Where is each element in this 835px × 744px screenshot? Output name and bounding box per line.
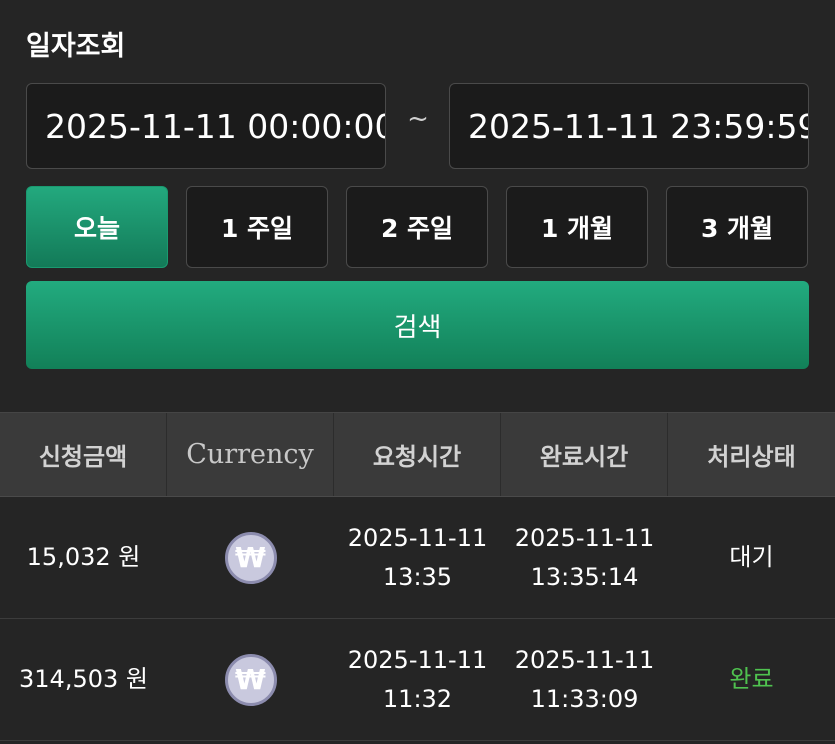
table-row: 314,503 원 ₩ 2025-11-11 11:32 2025-11-11 … (0, 619, 835, 741)
request-date: 2025-11-11 (347, 645, 488, 674)
header-status: 처리상태 (707, 443, 796, 471)
header-currency: Currency (167, 413, 334, 496)
request-time-cell: 2025-11-11 13:35 (334, 497, 501, 618)
currency-cell: ₩ (167, 497, 334, 618)
request-time: 13:35 (382, 562, 453, 591)
complete-date: 2025-11-11 (514, 523, 655, 552)
table-row: 15,032 원 ₩ 2025-11-11 13:35 2025-11-11 1… (0, 497, 835, 619)
request-date: 2025-11-11 (347, 523, 488, 552)
transactions-table: 신청금액 Currency 요청시간 완료시간 처리상태 15,032 원 ₩ … (0, 412, 835, 741)
request-time: 11:32 (382, 684, 453, 713)
period-3month-button[interactable]: 3 개월 (666, 186, 808, 268)
complete-date: 2025-11-11 (514, 645, 655, 674)
period-1week-button[interactable]: 1 주일 (186, 186, 328, 268)
complete-time-cell: 2025-11-11 11:33:09 (501, 619, 668, 740)
header-amount: 신청금액 (0, 413, 167, 496)
amount-cell: 314,503 원 (19, 665, 148, 693)
date-range-separator: ~ (407, 104, 429, 134)
amount-cell: 15,032 원 (26, 543, 141, 571)
search-button[interactable]: 검색 (26, 281, 809, 369)
won-icon: ₩ (224, 531, 277, 584)
start-date-input[interactable] (26, 83, 386, 169)
request-time-cell: 2025-11-11 11:32 (334, 619, 501, 740)
period-today-button[interactable]: 오늘 (26, 186, 168, 268)
table-header: 신청금액 Currency 요청시간 완료시간 처리상태 (0, 412, 835, 497)
page: 일자조회 ~ 오늘 1 주일 2 주일 1 개월 3 개월 검색 신청금액 Cu… (0, 0, 835, 744)
page-title: 일자조회 (26, 31, 126, 62)
complete-time: 11:33:09 (530, 684, 639, 713)
complete-time: 13:35:14 (530, 562, 639, 591)
status-badge: 완료 (729, 665, 774, 693)
won-icon: ₩ (224, 653, 277, 706)
complete-time-cell: 2025-11-11 13:35:14 (501, 497, 668, 618)
status-badge: 대기 (729, 543, 774, 571)
header-request-time: 요청시간 (334, 413, 501, 496)
period-2week-button[interactable]: 2 주일 (346, 186, 488, 268)
header-complete-time: 완료시간 (501, 413, 668, 496)
period-1month-button[interactable]: 1 개월 (506, 186, 648, 268)
currency-cell: ₩ (167, 619, 334, 740)
end-date-input[interactable] (449, 83, 809, 169)
